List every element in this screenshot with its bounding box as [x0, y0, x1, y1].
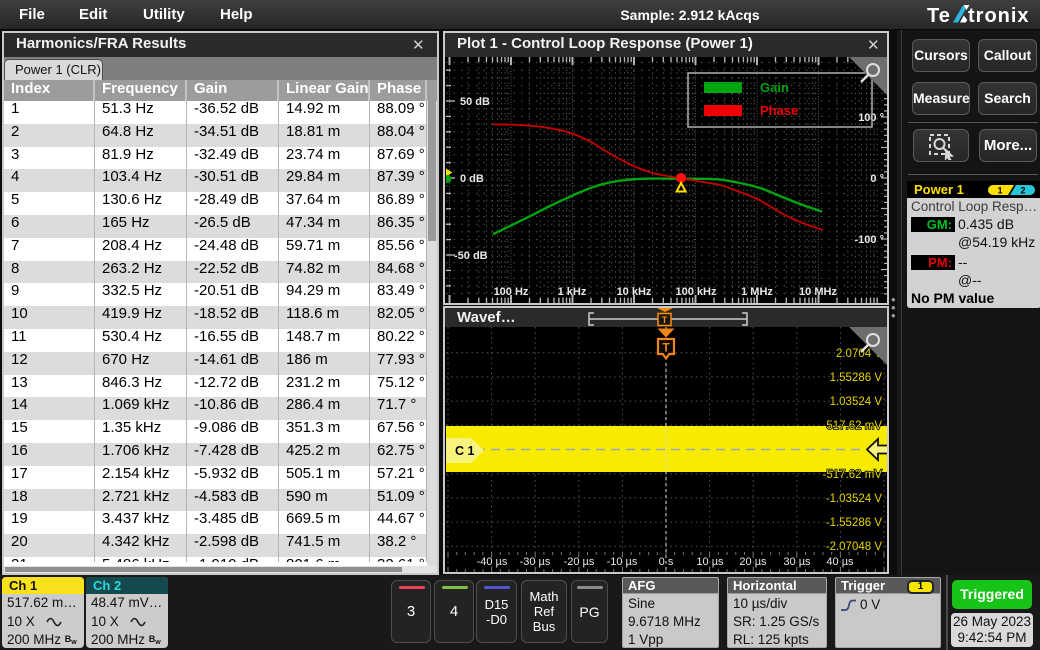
- svg-text:0 °: 0 °: [870, 173, 884, 185]
- svg-text:0 s: 0 s: [659, 556, 674, 568]
- svg-text:Phase: Phase: [760, 103, 798, 118]
- svg-text:100 °: 100 °: [858, 112, 884, 124]
- svg-text:-2.07048 V: -2.07048 V: [826, 541, 883, 553]
- svg-text:-20 µs: -20 µs: [564, 556, 595, 568]
- svg-text:1.55286 V: 1.55286 V: [830, 372, 883, 384]
- svg-text:-1.03524 V: -1.03524 V: [826, 493, 883, 505]
- svg-text:10 µs: 10 µs: [696, 556, 724, 568]
- svg-text:-1.55286 V: -1.55286 V: [826, 517, 883, 529]
- svg-text:T: T: [662, 315, 668, 325]
- svg-text:10 MHz: 10 MHz: [799, 286, 837, 298]
- svg-text:100 Hz: 100 Hz: [494, 286, 529, 298]
- svg-text:517.62 mV: 517.62 mV: [826, 420, 882, 432]
- svg-text:-517.62 mV: -517.62 mV: [823, 469, 883, 481]
- svg-text:Gain: Gain: [760, 80, 789, 95]
- svg-text:-50 dB: -50 dB: [454, 250, 488, 262]
- svg-text:40 µs: 40 µs: [826, 556, 854, 568]
- svg-text:1: 1: [997, 185, 1002, 195]
- svg-text:1.03524 V: 1.03524 V: [830, 396, 883, 408]
- svg-text:2: 2: [1020, 185, 1025, 195]
- svg-text:1 MHz: 1 MHz: [741, 286, 773, 298]
- svg-text:20 µs: 20 µs: [739, 556, 767, 568]
- svg-text:-10 µs: -10 µs: [607, 556, 638, 568]
- svg-text:Te: Te: [927, 5, 951, 27]
- svg-text:100 kHz: 100 kHz: [676, 286, 717, 298]
- svg-text:tronix: tronix: [968, 5, 1030, 27]
- svg-text:10 kHz: 10 kHz: [617, 286, 652, 298]
- svg-text:C 1: C 1: [455, 444, 475, 458]
- svg-text:-40 µs: -40 µs: [477, 556, 508, 568]
- svg-text:-100 °: -100 °: [855, 234, 884, 246]
- svg-text:-30 µs: -30 µs: [520, 556, 551, 568]
- svg-text:T: T: [662, 341, 670, 355]
- svg-text:0 dB: 0 dB: [460, 173, 484, 185]
- svg-text:1 kHz: 1 kHz: [558, 286, 587, 298]
- svg-text:50 dB: 50 dB: [460, 96, 490, 108]
- svg-text:30 µs: 30 µs: [783, 556, 811, 568]
